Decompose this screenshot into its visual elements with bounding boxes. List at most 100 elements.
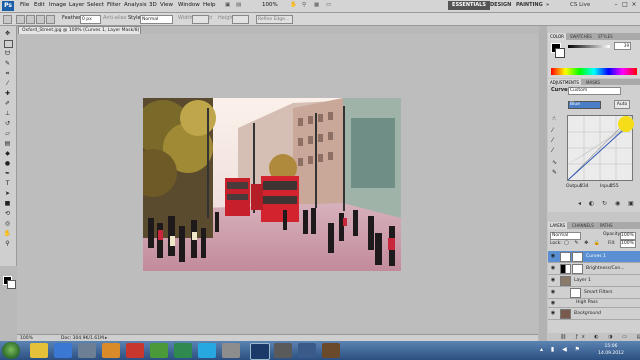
layer-row[interactable]: ◉ Background xyxy=(548,308,640,320)
hand-tool-icon[interactable]: ✋ xyxy=(3,230,12,238)
layer-row[interactable]: ◉ Smart Filters xyxy=(548,287,640,299)
taskbar-chrome-icon[interactable] xyxy=(150,343,168,358)
tab-channels[interactable]: CHANNELS xyxy=(570,222,596,229)
subtract-selection-icon[interactable] xyxy=(36,15,45,24)
clone-stamp-tool-icon[interactable]: ⊥ xyxy=(3,110,12,118)
screen-mode-icon[interactable]: ▭ xyxy=(326,2,331,8)
minibridge-icon[interactable]: ▤ xyxy=(236,2,241,8)
menu-file[interactable]: File xyxy=(20,2,29,8)
lock-icons[interactable]: ▢ ✎ ✥ 🔒 xyxy=(564,240,602,246)
visibility-eye-icon[interactable]: ◉ xyxy=(550,289,556,295)
visibility-eye-icon[interactable]: ◉ xyxy=(550,253,556,259)
workspace-more-icon[interactable]: » xyxy=(544,1,551,10)
dodge-tool-icon[interactable]: ● xyxy=(3,160,12,168)
workspace-essentials[interactable]: ESSENTIALS xyxy=(448,1,490,10)
path-selection-tool-icon[interactable]: ➤ xyxy=(3,190,12,198)
taskbar-media-icon[interactable] xyxy=(78,343,96,358)
blend-mode-select[interactable]: Normal xyxy=(550,232,581,240)
clock[interactable]: 15:06 14.09.2012 xyxy=(596,343,626,357)
history-brush-tool-icon[interactable]: ↺ xyxy=(3,120,12,128)
marquee-tool-preset-icon[interactable] xyxy=(3,15,12,24)
type-tool-icon[interactable]: T xyxy=(3,180,12,188)
layer-row[interactable]: ◉ Curves 1 xyxy=(548,251,640,263)
move-tool-icon[interactable]: ✥ xyxy=(3,30,12,38)
system-tray-icons[interactable]: ▴ ▮ ◀ ⚑ xyxy=(540,346,583,353)
marquee-tool-icon[interactable] xyxy=(4,40,13,48)
tab-color[interactable]: COLOR xyxy=(548,33,566,40)
menu-analysis[interactable]: Analysis xyxy=(124,2,147,8)
tab-swatches[interactable]: SWATCHES xyxy=(568,33,594,40)
swap-dimensions-icon[interactable]: ⇄ xyxy=(208,15,212,21)
quick-selection-tool-icon[interactable]: ✎ xyxy=(3,60,12,68)
bg-swatch[interactable] xyxy=(555,48,565,58)
fill-input[interactable]: 100% xyxy=(620,240,636,248)
taskbar-app-icon[interactable] xyxy=(274,343,292,358)
color-ramp[interactable] xyxy=(551,68,637,75)
blur-tool-icon[interactable]: ◆ xyxy=(3,150,12,158)
menu-image[interactable]: Image xyxy=(49,2,66,8)
taskbar-app-icon[interactable] xyxy=(222,343,240,358)
shape-tool-icon[interactable]: ■ xyxy=(3,200,12,208)
channel-select[interactable]: Blue xyxy=(568,101,601,109)
visibility-eye-icon[interactable]: ◉ xyxy=(550,265,556,271)
taskbar-app-icon[interactable] xyxy=(126,343,144,358)
curve-edit-points-icon[interactable]: ∿ xyxy=(552,159,557,166)
visibility-eye-icon[interactable]: ◉ xyxy=(550,310,556,316)
color-value[interactable]: 39 xyxy=(614,42,631,50)
cs-live[interactable]: CS Live xyxy=(570,2,610,8)
menu-window[interactable]: Window xyxy=(178,2,200,8)
width-input[interactable] xyxy=(192,15,209,24)
layers-footer-icons[interactable]: ⛓ ƒx ◐ ◑ ▭ ▤ 🗑 xyxy=(548,333,640,348)
layer-row[interactable]: ◉ High Pass xyxy=(548,299,640,308)
taskbar-ie-icon[interactable] xyxy=(54,343,72,358)
workspace-painting[interactable]: PAINTING xyxy=(514,1,546,10)
visibility-eye-icon[interactable]: ◉ xyxy=(550,300,556,306)
hand-icon[interactable]: ✋ xyxy=(290,2,297,8)
taskbar-app-icon[interactable] xyxy=(298,343,316,358)
3d-rotate-tool-icon[interactable]: ⟲ xyxy=(3,210,12,218)
menu-edit[interactable]: Edit xyxy=(34,2,45,8)
layer-row[interactable]: ◉ Layer 1 xyxy=(548,275,640,287)
maximize-icon[interactable]: □ xyxy=(621,1,629,9)
arrange-documents-icon[interactable]: ▦ xyxy=(314,2,319,8)
zoom-level[interactable]: 100% xyxy=(262,2,278,8)
gradient-tool-icon[interactable]: ▤ xyxy=(3,140,12,148)
document-image[interactable] xyxy=(143,98,401,271)
color-slider[interactable] xyxy=(568,45,610,48)
minimize-icon[interactable]: – xyxy=(612,1,620,9)
gray-point-eyedropper-icon[interactable]: ⁄ xyxy=(552,137,553,144)
zoom-tool-icon[interactable]: ⚲ xyxy=(3,240,12,248)
taskbar-explorer-icon[interactable] xyxy=(30,343,48,358)
menu-help[interactable]: Help xyxy=(203,2,216,8)
eyedropper-tool-icon[interactable]: ⁄ xyxy=(3,80,12,88)
tab-styles[interactable]: STYLES xyxy=(596,33,615,40)
antialias-checkbox[interactable]: Anti-alias xyxy=(103,15,126,21)
taskbar-photoshop-icon[interactable] xyxy=(250,343,270,360)
style-select[interactable]: Normal xyxy=(140,15,173,24)
background-color-swatch[interactable] xyxy=(7,280,16,289)
auto-button[interactable]: Auto xyxy=(614,100,630,109)
crop-tool-icon[interactable]: ⌗ xyxy=(3,70,12,78)
layer-mask-thumb[interactable] xyxy=(572,252,583,262)
menu-3d[interactable]: 3D xyxy=(149,2,157,8)
zoom-icon[interactable]: ⚲ xyxy=(302,2,306,8)
taskbar-app-icon[interactable] xyxy=(322,343,340,358)
new-selection-icon[interactable] xyxy=(16,15,25,24)
workspace-design[interactable]: DESIGN xyxy=(488,1,516,10)
tab-layers[interactable]: LAYERS xyxy=(548,222,568,229)
curve-draw-pencil-icon[interactable]: ✎ xyxy=(552,169,557,176)
menu-view[interactable]: View xyxy=(160,2,173,8)
pen-tool-icon[interactable]: ✒ xyxy=(3,170,12,178)
feather-input[interactable]: 0 px xyxy=(80,15,101,24)
layer-row[interactable]: ◉ Brightness/Con... xyxy=(548,263,640,275)
height-input[interactable] xyxy=(232,15,249,24)
visibility-eye-icon[interactable]: ◉ xyxy=(550,277,556,283)
taskbar-utorrent-icon[interactable] xyxy=(174,343,192,358)
tab-paths[interactable]: PATHS xyxy=(598,222,615,229)
3d-orbit-tool-icon[interactable]: ◎ xyxy=(3,220,12,228)
layer-mask-thumb[interactable] xyxy=(572,264,583,274)
preset-select[interactable]: Custom xyxy=(568,87,621,95)
adjustment-footer-icons[interactable]: ◂ ◐ ↻ ◉ ▣ xyxy=(578,200,637,207)
on-image-adjust-icon[interactable]: ☝ xyxy=(552,115,556,122)
eraser-tool-icon[interactable]: ▱ xyxy=(3,130,12,138)
